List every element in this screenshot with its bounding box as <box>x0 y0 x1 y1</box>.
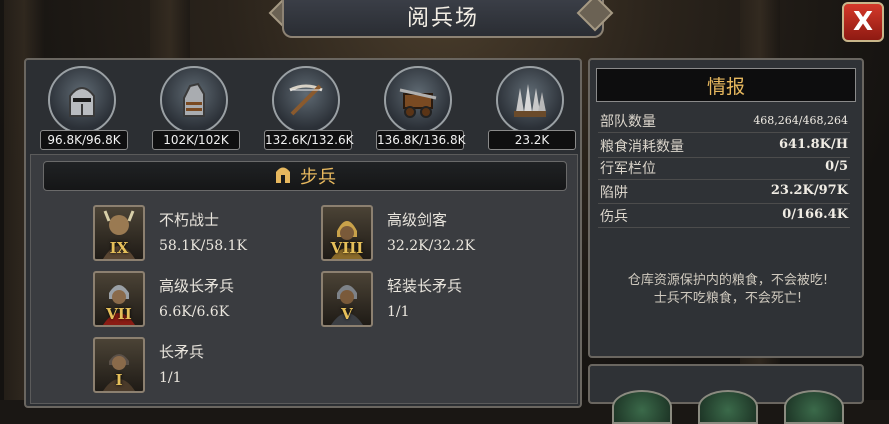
stat-traps[interactable]: 23.2K <box>482 66 580 152</box>
unit-card[interactable]: VIII 高级剑客 32.2K/32.2K <box>321 205 541 263</box>
unit-portrait: V <box>321 271 373 327</box>
unit-portrait: VII <box>93 271 145 327</box>
horse-armor-icon <box>160 66 228 134</box>
round-button[interactable] <box>612 390 672 424</box>
unit-portrait: I <box>93 337 145 393</box>
troop-type-stats: 96.8K/96.8K 102K/102K 132.6K/132.6K 136.… <box>34 66 576 152</box>
section-title: 步兵 <box>300 167 336 188</box>
close-icon: X <box>852 7 874 37</box>
stat-infantry[interactable]: 96.8K/96.8K <box>34 66 132 152</box>
info-row-traps: 陷阱 23.2K/97K <box>598 181 850 204</box>
info-value: 468,264/468,264 <box>753 114 848 127</box>
info-value: 641.8K/H <box>778 137 848 152</box>
unit-name: 高级长矛兵 <box>159 277 235 295</box>
unit-count: 1/1 <box>387 304 410 320</box>
unit-count: 32.2K/32.2K <box>387 238 475 254</box>
knight-helmet-icon <box>48 66 116 134</box>
stat-cavalry[interactable]: 102K/102K <box>146 66 244 152</box>
unit-rank: IX <box>109 239 129 257</box>
unit-name: 长矛兵 <box>159 343 205 361</box>
bottom-panel <box>588 364 864 424</box>
unit-rank: I <box>115 371 123 389</box>
info-row-troop-count: 部队数量 468,264/468,264 <box>598 110 850 133</box>
info-label: 陷阱 <box>600 185 628 201</box>
unit-name: 高级剑客 <box>387 211 448 229</box>
infantry-list-panel: 步兵 IX 不朽战士 58.1K/58.1K VIII 高级剑客 32.2K/3… <box>30 154 578 404</box>
stat-siege[interactable]: 136.8K/136.8K <box>370 66 468 152</box>
info-row-wounded: 伤兵 0/166.4K <box>598 205 850 228</box>
spike-trap-icon <box>496 66 564 134</box>
unit-portrait: IX <box>93 205 145 261</box>
stat-ranged[interactable]: 132.6K/132.6K <box>258 66 356 152</box>
info-value: 0/5 <box>825 159 848 174</box>
section-header: 步兵 <box>43 161 567 191</box>
unit-card[interactable]: I 长矛兵 1/1 <box>93 337 313 395</box>
unit-rank: V <box>341 305 353 323</box>
info-note-line: 士兵不吃粮食，不会死亡! <box>653 291 803 306</box>
unit-count: 6.6K/6.6K <box>159 304 230 320</box>
info-note: 仓库资源保护内的粮食，不会被吃! 士兵不吃粮食，不会死亡! <box>594 272 862 308</box>
info-title: 情报 <box>596 68 856 102</box>
unit-name: 轻装长矛兵 <box>387 277 463 295</box>
info-note-line: 仓库资源保护内的粮食，不会被吃! <box>627 273 829 288</box>
info-row-march-slots: 行军栏位 0/5 <box>598 157 850 180</box>
stat-traps-value: 23.2K <box>488 130 576 150</box>
round-button[interactable] <box>784 390 844 424</box>
stat-ranged-value: 132.6K/132.6K <box>264 130 354 150</box>
info-label: 行军栏位 <box>600 161 656 177</box>
unit-card[interactable]: V 轻装长矛兵 1/1 <box>321 271 541 329</box>
info-value: 0/166.4K <box>782 207 848 222</box>
info-label: 粮食消耗数量 <box>600 139 684 155</box>
page-title: 阅兵场 <box>282 0 604 38</box>
unit-card[interactable]: VII 高级长矛兵 6.6K/6.6K <box>93 271 313 329</box>
info-label: 伤兵 <box>600 209 628 225</box>
unit-name: 不朽战士 <box>159 211 220 229</box>
stat-siege-value: 136.8K/136.8K <box>376 130 466 150</box>
siege-ram-icon <box>384 66 452 134</box>
info-label: 部队数量 <box>600 114 656 130</box>
stat-cavalry-value: 102K/102K <box>152 130 240 150</box>
unit-rank: VII <box>106 305 132 323</box>
info-panel: 情报 部队数量 468,264/468,264 粮食消耗数量 641.8K/H … <box>588 58 864 358</box>
crossbow-icon <box>272 66 340 134</box>
infantry-helmet-icon <box>274 163 292 189</box>
info-value: 23.2K/97K <box>770 183 848 198</box>
stat-infantry-value: 96.8K/96.8K <box>40 130 128 150</box>
unit-rank: VIII <box>330 239 364 257</box>
unit-portrait: VIII <box>321 205 373 261</box>
unit-card[interactable]: IX 不朽战士 58.1K/58.1K <box>93 205 313 263</box>
info-row-food-consumption: 粮食消耗数量 641.8K/H <box>598 135 850 158</box>
close-button[interactable]: X <box>842 2 884 42</box>
unit-count: 58.1K/58.1K <box>159 238 247 254</box>
unit-count: 1/1 <box>159 370 182 386</box>
army-panel: 96.8K/96.8K 102K/102K 132.6K/132.6K 136.… <box>24 58 582 408</box>
title-banner: 阅兵场 <box>268 0 614 40</box>
round-button[interactable] <box>698 390 758 424</box>
